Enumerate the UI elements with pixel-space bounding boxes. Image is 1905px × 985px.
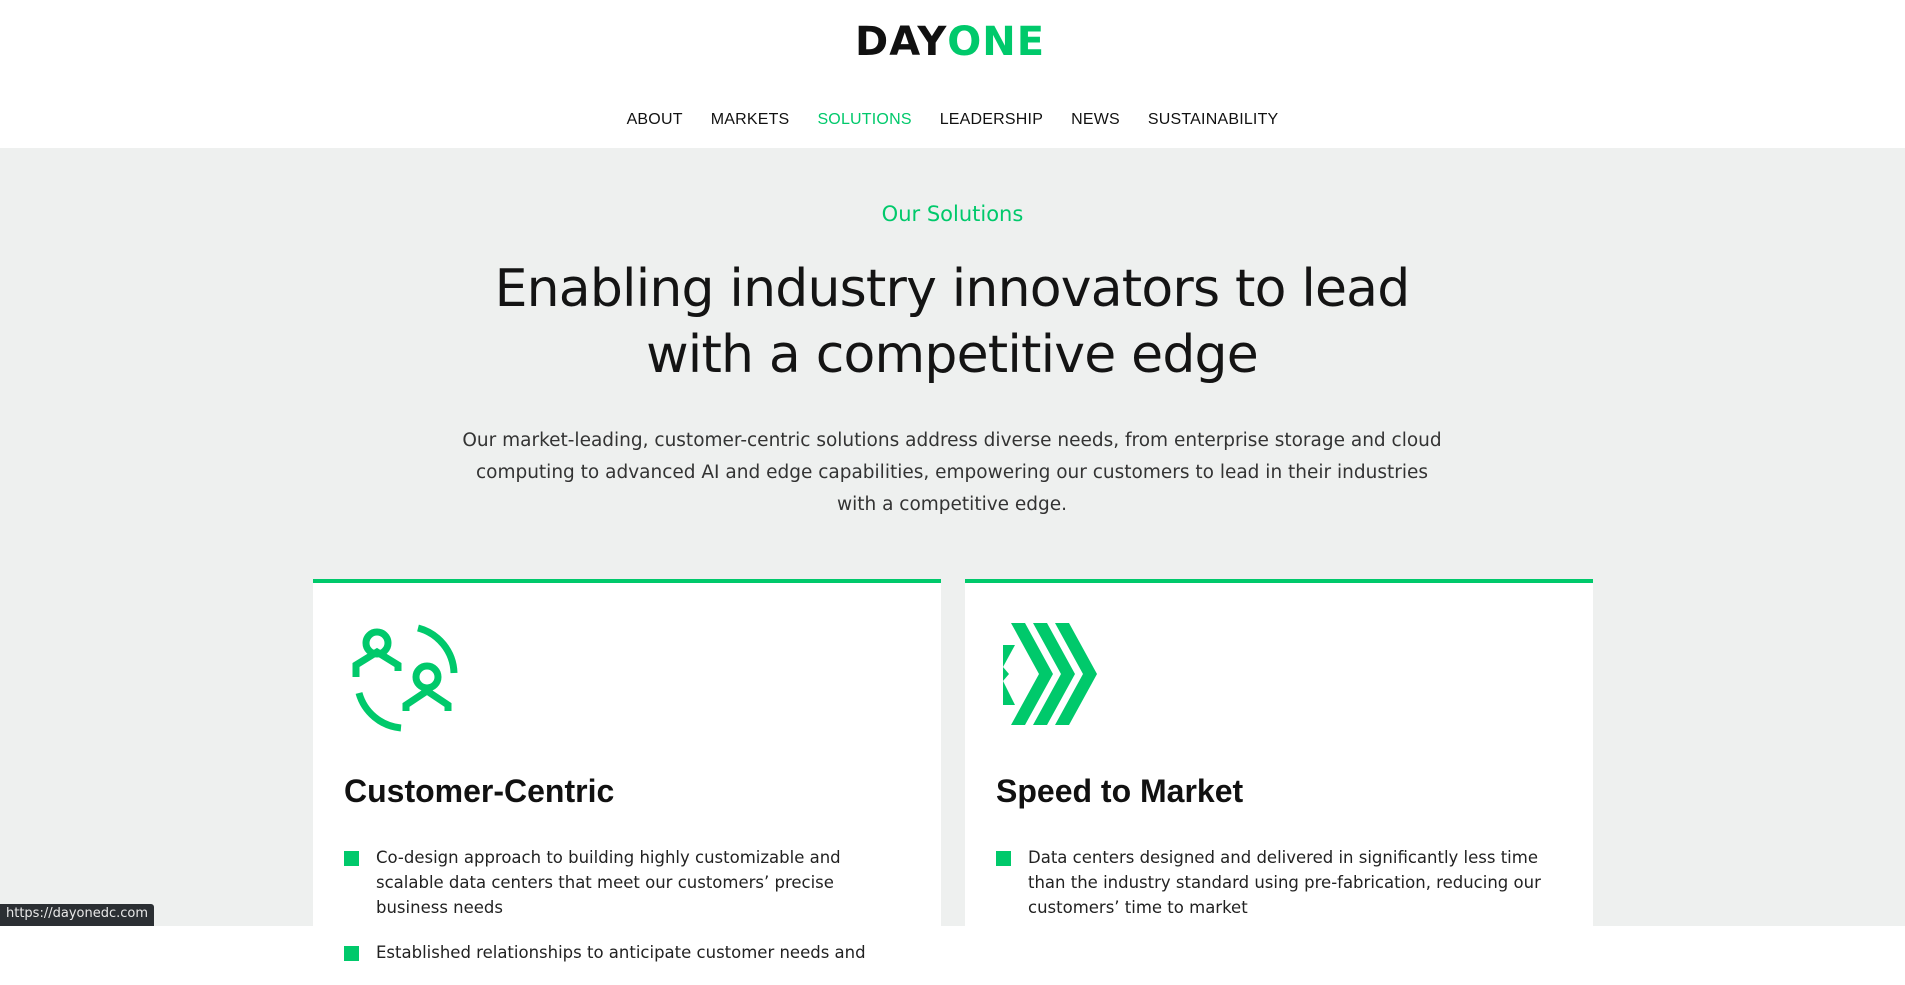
solutions-section: Our Solutions Enabling industry innovato…: [0, 148, 1905, 926]
bullet-text: Data centers designed and delivered in s…: [1028, 848, 1541, 917]
card-customer-centric: Customer-Centric Co-design approach to b…: [313, 579, 941, 979]
main-nav: ABOUT MARKETS SOLUTIONS LEADERSHIP NEWS …: [0, 107, 1905, 133]
card-title: Speed to Market: [996, 773, 1243, 810]
logo-one: ONE: [947, 22, 1045, 62]
list-item: Established relationships to anticipate …: [344, 940, 904, 965]
nav-sustainability[interactable]: SUSTAINABILITY: [1134, 107, 1293, 133]
bullet-text: Co-design approach to building highly cu…: [376, 848, 841, 917]
chevrons-forward-icon: [1001, 621, 1113, 733]
section-eyebrow: Our Solutions: [0, 202, 1905, 226]
people-exchange-icon: [349, 621, 461, 733]
bullet-text: Established relationships to anticipate …: [376, 943, 866, 962]
bullet-square-icon: [996, 851, 1011, 866]
logo-day: DAY: [855, 22, 947, 62]
nav-news[interactable]: NEWS: [1057, 107, 1134, 133]
card-title: Customer-Centric: [344, 773, 614, 810]
nav-leadership[interactable]: LEADERSHIP: [926, 107, 1057, 133]
list-item: Data centers designed and delivered in s…: [996, 845, 1556, 920]
headline-line-2: with a competitive edge: [646, 325, 1258, 385]
bullet-square-icon: [344, 851, 359, 866]
section-description: Our market-leading, customer-centric sol…: [462, 425, 1442, 521]
dayone-logo[interactable]: DAYONE: [855, 22, 1045, 62]
nav-about[interactable]: ABOUT: [613, 107, 697, 133]
bullet-square-icon: [344, 946, 359, 961]
card-bullet-list: Co-design approach to building highly cu…: [344, 845, 904, 985]
status-bar-url: https://dayonedc.com: [0, 904, 154, 926]
list-item: Co-design approach to building highly cu…: [344, 845, 904, 920]
nav-solutions[interactable]: SOLUTIONS: [803, 107, 925, 133]
nav-markets[interactable]: MARKETS: [697, 107, 804, 133]
section-headline: Enabling industry innovators to lead wit…: [452, 256, 1452, 388]
headline-line-1: Enabling industry innovators to lead: [495, 259, 1410, 319]
card-speed-to-market: Speed to Market Data centers designed an…: [965, 579, 1593, 979]
site-header: DAYONE ABOUT MARKETS SOLUTIONS LEADERSHI…: [0, 0, 1905, 148]
